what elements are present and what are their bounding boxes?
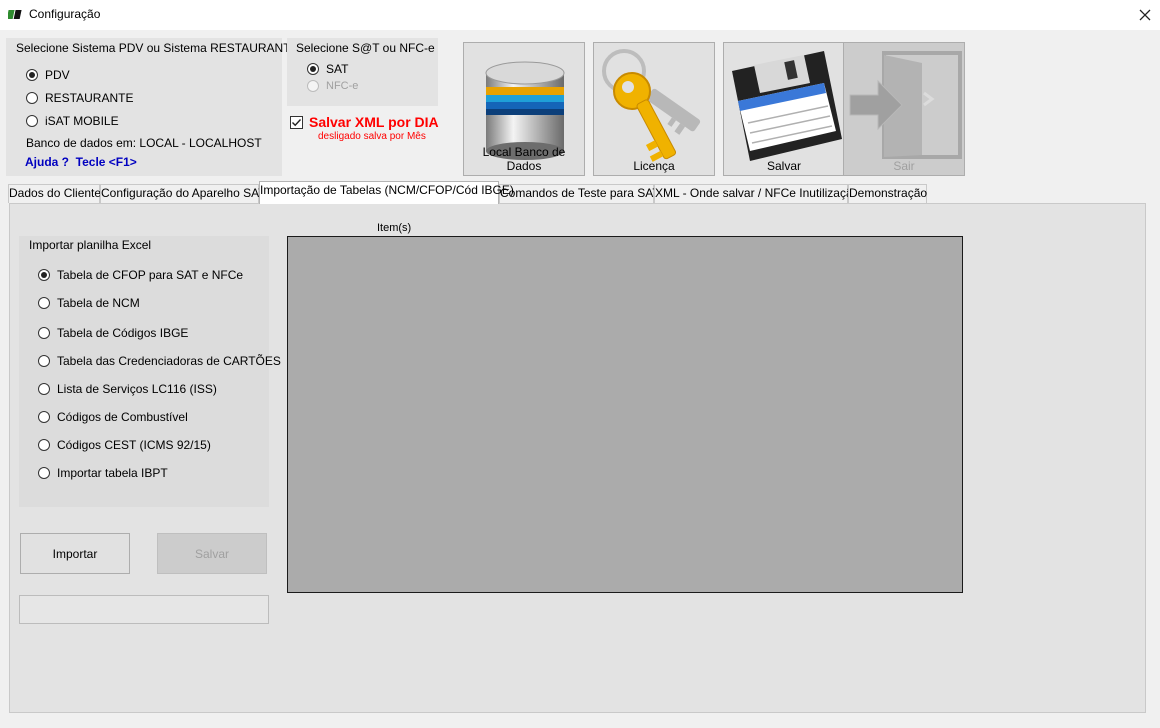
radio-isat-mobile[interactable]: iSAT MOBILE xyxy=(26,114,119,128)
tab-comandos-de-teste[interactable]: Comandos de Teste para SAT xyxy=(499,184,660,203)
radio-indicator[interactable] xyxy=(38,355,50,367)
radio-importar-ibpt[interactable]: Importar tabela IBPT xyxy=(38,466,168,480)
licenca-label: Licença xyxy=(633,159,675,173)
sistema-group-label: Selecione Sistema PDV ou Sistema RESTAUR… xyxy=(16,41,299,55)
radio-indicator[interactable] xyxy=(26,92,38,104)
radio-indicator[interactable] xyxy=(38,467,50,479)
radio-indicator[interactable] xyxy=(307,80,319,92)
salvar-toolbar-label: Salvar xyxy=(766,159,801,173)
radio-restaurante[interactable]: RESTAURANTE xyxy=(26,91,133,105)
radio-indicator[interactable] xyxy=(26,69,38,81)
importar-button[interactable]: Importar xyxy=(20,533,130,574)
salvar-import-button[interactable]: Salvar xyxy=(157,533,267,574)
floppy-disk-icon xyxy=(732,51,842,161)
close-button[interactable] xyxy=(1130,0,1160,30)
radio-indicator[interactable] xyxy=(38,383,50,395)
items-grid[interactable] xyxy=(287,236,963,593)
licenca-button[interactable]: Licença xyxy=(593,42,715,176)
importar-planilha-label: Importar planilha Excel xyxy=(29,238,152,252)
import-progress-bar xyxy=(19,595,269,624)
importar-planilha-group: Importar planilha Excel Tabela de CFOP p… xyxy=(19,236,281,507)
radio-codigos-combustivel[interactable]: Códigos de Combustível xyxy=(38,410,188,424)
salvar-xml-note: desligado salva por Mês xyxy=(318,131,426,142)
window-title: Configuração xyxy=(29,7,101,21)
sair-label: Sair xyxy=(893,159,915,173)
tab-dados-do-cliente[interactable]: Dados do Cliente xyxy=(8,184,101,203)
radio-sat[interactable]: SAT xyxy=(307,62,348,76)
radio-tabela-cfop[interactable]: Tabela de CFOP para SAT e NFCe xyxy=(38,268,243,282)
radio-indicator[interactable] xyxy=(38,439,50,451)
radio-tabela-credenciadoras[interactable]: Tabela das Credenciadoras de CARTÕES xyxy=(38,354,281,368)
sat-nfce-group-label: Selecione S@T ou NFC-e xyxy=(296,41,435,55)
tab-xml-onde-salvar[interactable]: XML - Onde salvar / NFCe Inutilização xyxy=(654,184,859,203)
title-bar: Configuração xyxy=(0,0,1160,30)
radio-pdv[interactable]: PDV xyxy=(26,68,70,82)
radio-tabela-ibge[interactable]: Tabela de Códigos IBGE xyxy=(38,326,188,340)
radio-tabela-ncm[interactable]: Tabela de NCM xyxy=(38,296,140,310)
tab-configuracao-aparelho-sat[interactable]: Configuração do Aparelho SAT xyxy=(100,184,266,203)
local-banco-dados-button[interactable]: Local Banco de Dados xyxy=(463,42,585,176)
tab-importacao-de-tabelas[interactable]: Importação de Tabelas (NCM/CFOP/Cód IBGE… xyxy=(259,181,514,204)
radio-indicator[interactable] xyxy=(26,115,38,127)
radio-indicator[interactable] xyxy=(38,297,50,309)
close-icon xyxy=(1139,9,1151,21)
items-column-header: Item(s) xyxy=(377,222,412,234)
tab-panel-importacao: Importar planilha Excel Tabela de CFOP p… xyxy=(9,203,1146,713)
radio-indicator[interactable] xyxy=(38,269,50,281)
sistema-group: Selecione Sistema PDV ou Sistema RESTAUR… xyxy=(6,38,299,176)
salvar-xml-dia-checkbox[interactable]: Salvar XML por DIA xyxy=(290,114,439,130)
app-icon xyxy=(8,10,22,19)
sair-button[interactable]: Sair xyxy=(843,42,965,176)
checkbox-checked-icon[interactable] xyxy=(290,115,303,129)
radio-lista-servicos-lc116[interactable]: Lista de Serviços LC116 (ISS) xyxy=(38,382,217,396)
help-text: Ajuda ? Tecle <F1> xyxy=(25,155,137,169)
sat-nfce-group: Selecione S@T ou NFC-e SAT NFC-e xyxy=(287,38,438,106)
radio-indicator[interactable] xyxy=(38,327,50,339)
radio-indicator[interactable] xyxy=(307,63,319,75)
salvar-xml-dia-label: Salvar XML por DIA xyxy=(309,114,439,130)
db-location-text: Banco de dados em: LOCAL - LOCALHOST xyxy=(26,136,262,150)
exit-door-icon xyxy=(849,51,962,159)
key-icon xyxy=(602,49,701,162)
radio-nfce[interactable]: NFC-e xyxy=(307,80,358,92)
radio-codigos-cest[interactable]: Códigos CEST (ICMS 92/15) xyxy=(38,438,211,452)
local-banco-dados-label: Local Banco de Dados xyxy=(482,145,566,173)
tab-demonstracao[interactable]: Demonstração xyxy=(848,184,927,203)
radio-indicator[interactable] xyxy=(38,411,50,423)
salvar-toolbar-button[interactable]: Salvar xyxy=(723,42,845,176)
